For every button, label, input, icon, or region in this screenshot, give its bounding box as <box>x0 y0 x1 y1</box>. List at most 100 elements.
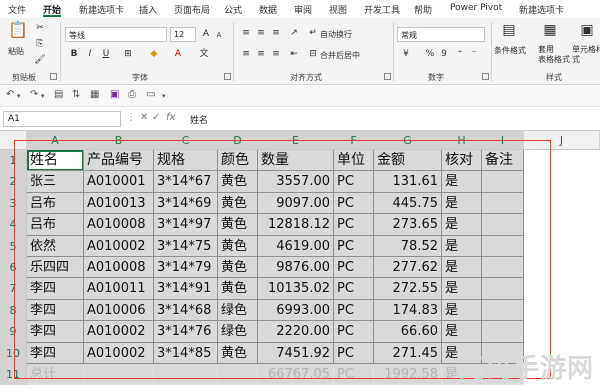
total-row-cell[interactable]: PC <box>334 364 374 386</box>
tab-review[interactable]: 审阅 <box>294 3 312 16</box>
table-cell[interactable]: 吕布 <box>27 214 84 236</box>
table-cell[interactable]: 黄色 <box>218 278 258 300</box>
table-header-cell[interactable]: 数量 <box>258 150 334 172</box>
wrap-text-button[interactable]: 自动换行 <box>320 29 352 40</box>
table-cell[interactable]: 绿色 <box>218 299 258 322</box>
preview-icon[interactable]: ▭ <box>146 89 155 100</box>
table-cell[interactable]: 277.62 <box>374 257 442 279</box>
tab-insert[interactable]: 插入 <box>139 3 157 16</box>
column-header-c[interactable]: C <box>154 131 218 150</box>
table-cell[interactable]: A010006 <box>84 299 154 322</box>
table-cell[interactable]: 9876.00 <box>258 257 334 279</box>
table-cell[interactable]: 445.75 <box>374 192 442 215</box>
align-bottom-icon[interactable]: ≡ <box>270 27 282 39</box>
table-cell[interactable]: 3*14*75 <box>154 235 218 257</box>
row-header-4[interactable]: 4 <box>0 214 27 236</box>
cancel-icon[interactable]: ✕ <box>140 112 148 123</box>
table-header-cell[interactable]: 备注 <box>482 150 524 172</box>
table-cell[interactable]: 3*14*91 <box>154 278 218 300</box>
align-middle-icon[interactable]: ≡ <box>255 27 267 39</box>
table-header-cell[interactable]: 单位 <box>334 150 374 172</box>
formula-input[interactable]: 姓名 <box>190 113 208 126</box>
indent-icon[interactable]: ⇤ <box>288 48 300 60</box>
table-cell[interactable]: 3557.00 <box>258 171 334 193</box>
row-header-3[interactable]: 3 <box>0 192 27 215</box>
table-header-cell[interactable]: 姓名 <box>27 150 84 172</box>
tab-formulas[interactable]: 公式 <box>224 3 242 16</box>
tab-help[interactable]: 帮助 <box>414 3 432 16</box>
total-row-cell[interactable] <box>218 364 258 386</box>
underline-button[interactable]: U <box>100 48 112 60</box>
bold-button[interactable]: B <box>68 48 80 60</box>
increase-font-icon[interactable]: A <box>200 28 212 40</box>
table-cell[interactable]: 黄色 <box>218 342 258 364</box>
tab-file[interactable]: 文件 <box>8 3 26 16</box>
table-header-cell[interactable]: 金额 <box>374 150 442 172</box>
table-cell[interactable]: 10135.02 <box>258 278 334 300</box>
column-header-f[interactable]: F <box>334 131 374 150</box>
table-cell[interactable]: 3*14*97 <box>154 214 218 236</box>
table-cell[interactable]: 依然 <box>27 235 84 257</box>
select-all-corner[interactable] <box>0 131 27 150</box>
column-header-h[interactable]: H <box>442 131 482 150</box>
total-row-cell[interactable] <box>84 364 154 386</box>
table-header-cell[interactable]: 规格 <box>154 150 218 172</box>
table-cell[interactable]: A010008 <box>84 214 154 236</box>
column-header-a[interactable]: A <box>27 131 84 150</box>
merge-center-button[interactable]: 合并后居中 <box>320 50 360 61</box>
table-header-cell[interactable]: 核对 <box>442 150 482 172</box>
percent-button[interactable]: % <box>424 48 436 60</box>
table-cell[interactable]: 黄色 <box>218 171 258 193</box>
conditional-format-button[interactable]: 条件格式 <box>494 45 526 56</box>
name-box-dropdown-icon[interactable]: ⋮ <box>126 112 136 123</box>
table-cell[interactable]: PC <box>334 235 374 257</box>
column-header-i[interactable]: I <box>482 131 524 150</box>
form-icon[interactable]: ▤ <box>54 89 63 100</box>
table-cell[interactable] <box>482 171 524 193</box>
align-left-icon[interactable]: ≡ <box>240 48 252 60</box>
paste-button[interactable]: 粘贴 <box>8 46 24 57</box>
align-top-icon[interactable]: ≡ <box>240 27 252 39</box>
table-cell[interactable] <box>482 192 524 215</box>
table-cell[interactable]: 12818.12 <box>258 214 334 236</box>
tab-data[interactable]: 数据 <box>259 3 277 16</box>
table-cell[interactable]: A010011 <box>84 278 154 300</box>
font-color-icon[interactable]: A <box>172 48 184 60</box>
number-format-select[interactable]: 常规 <box>397 27 485 42</box>
tab-developer[interactable]: 开发工具 <box>364 3 400 16</box>
table-cell[interactable] <box>482 299 524 322</box>
cell-style-button[interactable]: 单元格样 式 <box>572 45 600 65</box>
table-cell[interactable]: 2220.00 <box>258 321 334 343</box>
tab-view[interactable]: 视图 <box>329 3 347 16</box>
cell-style-icon[interactable]: ▣ <box>578 23 596 37</box>
clipboard-launcher-icon[interactable] <box>50 73 57 80</box>
row-header-6[interactable]: 6 <box>0 257 27 279</box>
column-header-g[interactable]: G <box>374 131 442 150</box>
table-cell[interactable]: 272.55 <box>374 278 442 300</box>
phonetic-icon[interactable]: 文 <box>198 48 210 60</box>
table-cell[interactable] <box>482 235 524 257</box>
decrease-font-icon[interactable]: A <box>214 29 224 41</box>
format-painter-icon[interactable]: 🖌 <box>34 54 46 66</box>
table-cell[interactable]: A010008 <box>84 257 154 279</box>
table-cell[interactable]: 李四 <box>27 342 84 364</box>
redo-dropdown-icon[interactable]: ▾ <box>41 92 45 100</box>
row-header-7[interactable]: 7 <box>0 278 27 300</box>
alignment-launcher-icon[interactable] <box>384 73 391 80</box>
table-cell[interactable]: 李四 <box>27 299 84 322</box>
table-cell[interactable]: PC <box>334 171 374 193</box>
table-cell[interactable]: 乐四四 <box>27 257 84 279</box>
table-cell[interactable]: 3*14*68 <box>154 299 218 322</box>
total-row-cell[interactable]: 总计 <box>27 364 84 386</box>
merge-icon[interactable]: ⊟ <box>308 48 318 60</box>
tab-new-2[interactable]: 新建选项卡 <box>519 3 564 16</box>
table-cell[interactable]: 131.61 <box>374 171 442 193</box>
font-size-select[interactable]: 12 <box>170 27 196 42</box>
decrease-decimal-icon[interactable]: ⁻ <box>468 48 480 60</box>
row-header-10[interactable]: 10 <box>0 342 27 364</box>
table-cell[interactable]: 66.60 <box>374 321 442 343</box>
customize-qat-icon[interactable]: ▾ <box>162 92 166 100</box>
table-cell[interactable]: PC <box>334 342 374 364</box>
cut-icon[interactable]: ✂ <box>34 22 46 34</box>
table-cell[interactable]: 是 <box>442 235 482 257</box>
